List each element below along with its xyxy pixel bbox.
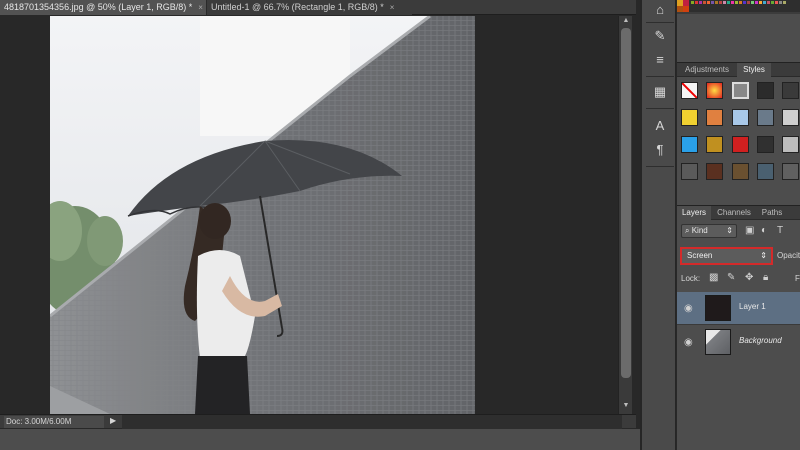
lock-row: Lock: ▩ ✎ ✥ 🔒︎ F xyxy=(677,270,800,288)
style-swatch[interactable] xyxy=(681,163,698,180)
lock-pixels-brush-icon[interactable]: ✎ xyxy=(727,272,735,283)
style-swatch[interactable] xyxy=(732,163,749,180)
layers-panel-tabs: Layers Channels Paths xyxy=(677,205,800,220)
document-tab-label: 4818701354356.jpg @ 50% (Layer 1, RGB/8)… xyxy=(4,2,193,12)
layer-filter-kind-select[interactable]: ⌕ Kind ⇕ xyxy=(681,224,737,238)
style-swatch[interactable] xyxy=(757,82,774,99)
blend-mode-row: Screen ⇕ Opacit xyxy=(677,245,800,267)
type-filter-icon[interactable]: T xyxy=(777,225,783,236)
style-none[interactable] xyxy=(681,82,698,99)
search-icon: ⌕ xyxy=(685,226,692,235)
canvas-area[interactable] xyxy=(0,16,618,414)
style-swatch[interactable] xyxy=(757,136,774,153)
style-swatch[interactable] xyxy=(732,136,749,153)
status-bar: Doc: 3.00M/6.00M ▶ xyxy=(0,414,636,429)
layer-row-layer-1[interactable]: ◉ Layer 1 xyxy=(677,292,800,324)
panels-column: Adjustments Styles Layers Channels Paths xyxy=(677,0,800,450)
style-swatch[interactable] xyxy=(782,136,799,153)
dropdown-arrow-icon: ⇕ xyxy=(726,226,733,235)
scroll-up-icon[interactable]: ▲ xyxy=(619,17,633,24)
document-size-readout[interactable]: Doc: 3.00M/6.00M xyxy=(4,416,104,428)
close-tab-icon[interactable]: × xyxy=(390,3,395,12)
style-swatch[interactable] xyxy=(757,163,774,180)
divider xyxy=(646,22,674,23)
styles-grid xyxy=(677,78,800,200)
lock-position-move-icon[interactable]: ✥ xyxy=(745,272,753,283)
layer-thumbnail xyxy=(705,329,731,355)
layer-row-background[interactable]: ◉ Background xyxy=(677,326,800,358)
brush-icon[interactable]: ⌂ xyxy=(650,0,670,20)
style-swatch-selected[interactable] xyxy=(732,82,749,99)
layer-thumbnail xyxy=(705,295,731,321)
type-icon[interactable]: A xyxy=(650,116,670,136)
adjustments-styles-tabs: Adjustments Styles xyxy=(677,62,800,77)
close-tab-icon[interactable]: × xyxy=(198,3,203,12)
layer-name[interactable]: Layer 1 xyxy=(739,302,766,311)
panel-icon-strip: ⌂ ✎ ≡ ▦ A ¶ xyxy=(640,0,676,450)
lock-transparent-icon[interactable]: ▩ xyxy=(709,272,718,283)
swatches-strip[interactable] xyxy=(677,0,800,14)
histogram-icon[interactable]: ▦ xyxy=(650,82,670,102)
opacity-label: Opacit xyxy=(777,251,800,260)
vertical-scrollbar[interactable]: ▲ ▼ xyxy=(618,16,632,414)
blend-mode-select[interactable]: Screen ⇕ xyxy=(680,247,773,265)
visibility-eye-icon[interactable]: ◉ xyxy=(684,303,693,314)
style-swatch[interactable] xyxy=(706,82,723,99)
style-swatch[interactable] xyxy=(706,136,723,153)
vertical-scroll-thumb[interactable] xyxy=(621,28,631,378)
scroll-down-icon[interactable]: ▼ xyxy=(619,402,633,409)
divider xyxy=(646,76,674,77)
divider xyxy=(646,108,674,109)
tab-adjustments[interactable]: Adjustments xyxy=(677,63,737,77)
lock-label: Lock: xyxy=(681,274,701,283)
pixel-filter-icon[interactable]: ▣ xyxy=(745,225,754,236)
style-swatch[interactable] xyxy=(706,109,723,126)
paragraph-icon[interactable]: ¶ xyxy=(650,140,670,160)
style-swatch[interactable] xyxy=(732,109,749,126)
horizontal-scrollbar[interactable] xyxy=(122,415,622,429)
document-tab-bar: 4818701354356.jpg @ 50% (Layer 1, RGB/8)… xyxy=(0,0,636,15)
tab-layers[interactable]: Layers xyxy=(677,206,711,220)
document-image[interactable] xyxy=(50,16,475,414)
divider xyxy=(646,166,674,167)
tab-styles[interactable]: Styles xyxy=(737,63,771,77)
divider xyxy=(677,324,800,325)
style-swatch[interactable] xyxy=(782,82,799,99)
style-swatch[interactable] xyxy=(782,109,799,126)
adjustment-filter-icon[interactable]: ◐ xyxy=(761,225,767,236)
style-swatch[interactable] xyxy=(757,109,774,126)
status-menu-icon[interactable]: ▶ xyxy=(110,416,116,425)
brush-icon[interactable]: ✎ xyxy=(650,26,670,46)
document-tab-untitled[interactable]: Untitled-1 @ 66.7% (Rectangle 1, RGB/8) … xyxy=(206,0,412,15)
layers-list: ◉ Layer 1 ◉ Background xyxy=(677,292,800,450)
visibility-eye-icon[interactable]: ◉ xyxy=(684,337,693,348)
layer-filter-row: ⌕ Kind ⇕ ▣ ◐ T xyxy=(677,222,800,242)
lock-all-icon[interactable]: 🔒︎ xyxy=(763,272,768,283)
style-swatch[interactable] xyxy=(681,136,698,153)
sliders-icon[interactable]: ≡ xyxy=(650,50,670,70)
style-swatch[interactable] xyxy=(706,163,723,180)
style-swatch[interactable] xyxy=(681,109,698,126)
filter-kind-label: Kind xyxy=(691,226,708,235)
tab-channels[interactable]: Channels xyxy=(713,206,755,220)
document-tab-label: Untitled-1 @ 66.7% (Rectangle 1, RGB/8) … xyxy=(211,2,384,12)
layer-name[interactable]: Background xyxy=(739,336,782,345)
fill-label: F xyxy=(795,274,800,283)
blend-mode-value: Screen xyxy=(687,251,713,260)
dropdown-arrow-icon: ⇕ xyxy=(760,251,767,260)
document-tab-active[interactable]: 4818701354356.jpg @ 50% (Layer 1, RGB/8)… xyxy=(0,0,206,15)
workspace-bottom xyxy=(0,429,640,450)
style-swatch[interactable] xyxy=(782,163,799,180)
tab-paths[interactable]: Paths xyxy=(757,206,787,220)
